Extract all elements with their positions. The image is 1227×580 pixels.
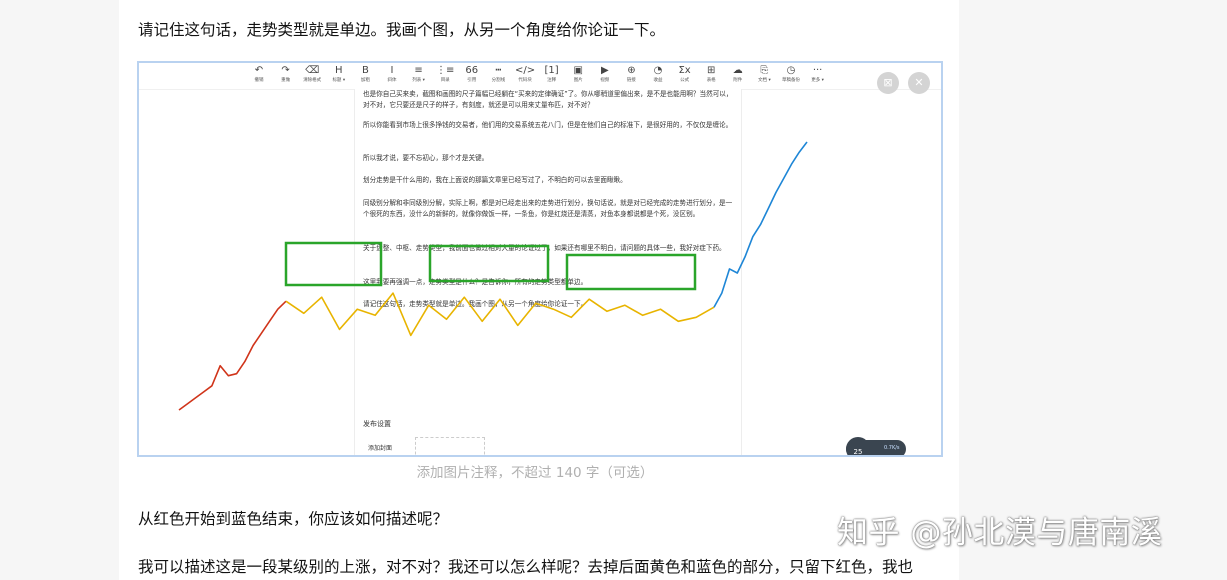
embedded-screenshot-figure[interactable]: ↶ 撤销 ↷ 重做 ⌫ 清除格式 H 标题 ▾ B 加粗 I 斜体 ≡ 列表 ▾ ⋮≡ 目录 66 引用 ┅ 分割线 <…: [137, 61, 943, 457]
image-caption-input[interactable]: 添加图片注释，不超过 140 字（可选）: [119, 461, 951, 481]
article-body: 请记住这句话，走势类型就是单边。我画个图，从另一个角度给你论证一下。 ↶ 撤销 ↷ 重…: [119, 0, 959, 580]
green-box-3: [565, 253, 697, 291]
green-box-1: [284, 241, 383, 287]
hand-drawn-trend-chart: [178, 141, 808, 411]
question-paragraph: 从红色开始到蓝色结束，你应该如何描述呢？: [138, 510, 449, 528]
series-line-yellow: [285, 292, 715, 337]
zhihu-watermark: 知乎 @孙北漠与唐南溪: [837, 515, 1163, 551]
intro-paragraph: 请记住这句话，走势类型就是单边。我画个图，从另一个角度给你论证一下。: [138, 21, 666, 39]
green-box-2: [428, 244, 550, 283]
answer-paragraph: 我可以描述这是一段某级别的上涨，对不对？我还可以怎么样呢？去掉后面黄色和蓝色的部…: [138, 558, 914, 576]
series-line-red: [178, 300, 287, 411]
series-line-blue: [713, 141, 808, 308]
